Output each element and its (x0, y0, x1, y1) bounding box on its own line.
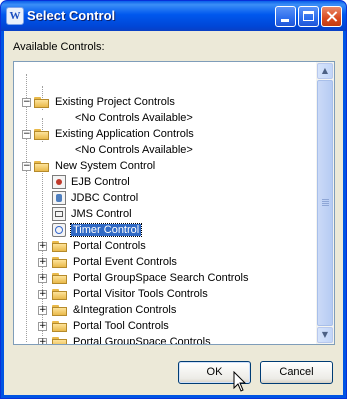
maximize-icon (303, 11, 314, 21)
tree-item-label: Existing Application Controls (55, 128, 194, 140)
tree-guide (26, 74, 27, 342)
expand-toggle[interactable]: + (38, 306, 47, 315)
tree-item-label: Existing Project Controls (55, 96, 175, 108)
tree-item-portal-tool-controls[interactable]: Portal Tool Controls (52, 318, 169, 334)
grip-line (322, 201, 329, 202)
tree-item-jms-control[interactable]: JMS Control (52, 206, 132, 222)
folder-icon (52, 240, 68, 252)
tree-item-label: Portal Tool Controls (73, 320, 169, 332)
available-controls-label: Available Controls: (13, 41, 105, 53)
jdbc-icon (52, 191, 66, 205)
folder-icon (52, 336, 68, 344)
minimize-button[interactable] (275, 6, 296, 27)
ejb-icon (52, 175, 66, 189)
tree-item-label: EJB Control (71, 176, 130, 188)
tree-item-no-controls[interactable]: <No Controls Available> (75, 110, 193, 126)
tree-item-new-system-control[interactable]: New System Control (34, 158, 155, 174)
folder-icon (34, 96, 50, 108)
close-icon (322, 7, 341, 26)
tree-item-label: Timer Control (69, 223, 143, 237)
tree-item-jdbc-control[interactable]: JDBC Control (52, 190, 138, 206)
folder-icon (34, 128, 50, 140)
tree-item-existing-project-controls[interactable]: Existing Project Controls (34, 94, 175, 110)
close-button[interactable] (321, 6, 342, 27)
tree-item-portal-groupspace-controls[interactable]: Portal GroupSpace Controls (52, 334, 211, 345)
tree-item-label: Portal GroupSpace Search Controls (73, 272, 249, 284)
collapse-toggle[interactable]: − (22, 130, 31, 139)
timer-icon (52, 223, 66, 237)
tree-item-label: &Integration Controls (73, 304, 177, 316)
tree-item-ejb-control[interactable]: EJB Control (52, 174, 130, 190)
scroll-down-icon[interactable]: ▼ (317, 327, 333, 343)
jms-icon (52, 207, 66, 221)
folder-icon (52, 304, 68, 316)
mouse-cursor-icon (233, 371, 247, 392)
select-control-dialog: W Select Control Available Controls: − E… (0, 0, 347, 399)
controls-tree[interactable]: − Existing Project Controls <No Controls… (13, 61, 335, 345)
cancel-button[interactable]: Cancel (260, 361, 333, 384)
grip-line (322, 199, 329, 200)
folder-icon (52, 320, 68, 332)
grip-line (322, 203, 329, 204)
expand-toggle[interactable]: + (38, 242, 47, 251)
app-icon: W (6, 7, 24, 25)
tree-item-label: Portal GroupSpace Controls (73, 336, 211, 345)
tree-item-label: JMS Control (71, 208, 132, 220)
tree-item-label: Portal Visitor Tools Controls (73, 288, 208, 300)
folder-icon (52, 256, 68, 268)
tree-item-portal-event-controls[interactable]: Portal Event Controls (52, 254, 177, 270)
expand-toggle[interactable]: + (38, 258, 47, 267)
minimize-icon (281, 19, 289, 22)
expand-toggle[interactable]: + (38, 322, 47, 331)
collapse-toggle[interactable]: − (22, 162, 31, 171)
scroll-up-icon[interactable]: ▲ (317, 63, 333, 79)
tree-item-no-controls[interactable]: <No Controls Available> (75, 142, 193, 158)
expand-toggle[interactable]: + (38, 274, 47, 283)
tree-item-existing-application-controls[interactable]: Existing Application Controls (34, 126, 194, 142)
tree-item-label: <No Controls Available> (75, 112, 193, 124)
scrollbar-thumb[interactable] (317, 80, 333, 326)
tree-item-label: <No Controls Available> (75, 144, 193, 156)
tree-item-portal-visitor-tools-controls[interactable]: Portal Visitor Tools Controls (52, 286, 208, 302)
window-title: Select Control (27, 8, 116, 23)
tree-item-label: New System Control (55, 160, 156, 172)
dialog-body: Available Controls: − Existing Project C… (4, 31, 343, 395)
expand-toggle[interactable]: + (38, 290, 47, 299)
grip-line (322, 205, 329, 206)
folder-icon (52, 272, 68, 284)
tree-content: − Existing Project Controls <No Controls… (14, 62, 316, 344)
tree-item-integration-controls[interactable]: &Integration Controls (52, 302, 176, 318)
tree-item-timer-control[interactable]: Timer Control (52, 222, 143, 238)
title-bar[interactable]: W Select Control (1, 1, 346, 31)
folder-icon (52, 288, 68, 300)
expand-toggle[interactable]: + (38, 338, 47, 344)
tree-item-portal-controls[interactable]: Portal Controls (52, 238, 146, 254)
vertical-scrollbar[interactable]: ▲ ▼ (316, 62, 334, 344)
tree-item-portal-groupspace-search-controls[interactable]: Portal GroupSpace Search Controls (52, 270, 248, 286)
tree-item-label: Portal Controls (73, 240, 146, 252)
maximize-button[interactable] (298, 6, 319, 27)
tree-item-label: Portal Event Controls (73, 256, 177, 268)
tree-item-label: JDBC Control (71, 192, 139, 204)
collapse-toggle[interactable]: − (22, 98, 31, 107)
folder-icon (34, 160, 50, 172)
